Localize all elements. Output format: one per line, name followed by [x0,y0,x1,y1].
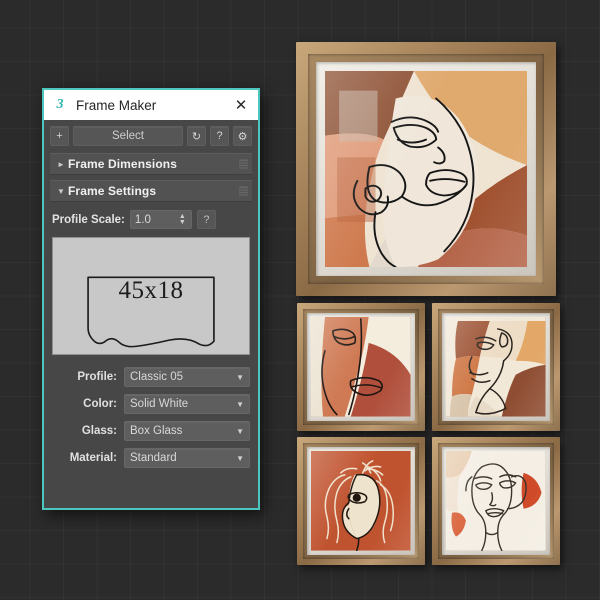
field-profile: Profile: Classic 05 ▼ [52,367,250,387]
field-glass: Glass: Box Glass ▼ [52,421,250,441]
field-color: Color: Solid White ▼ [52,394,250,414]
viewport-canvas: 3 Frame Maker ✕ + Select ↻ ? ⚙ ► Frame D… [0,0,600,600]
field-label: Color: [52,398,124,410]
glass-select[interactable]: Box Glass ▼ [124,421,250,441]
frame-molding-inner [303,309,420,426]
frame-mat [442,447,551,556]
profile-select-value: Classic 05 [130,371,234,383]
3dsmax-icon: 3 [52,97,68,114]
frame-molding [297,303,425,431]
profile-scale-help-button[interactable]: ? [197,210,216,229]
refresh-icon[interactable]: ↻ [187,126,206,146]
artwork-line-art-face-terracotta [311,317,411,417]
frame-molding-inner [438,443,555,560]
frame-molding [432,303,560,431]
artwork-line-art-two-faces [446,451,546,551]
field-material: Material: Standard ▼ [52,448,250,468]
framed-artwork-mid-right[interactable] [432,303,560,431]
grip-icon[interactable] [239,186,248,196]
artwork-line-art-profile-abstract [446,317,546,417]
rollout-label: Frame Settings [68,184,239,198]
select-button[interactable]: Select [73,126,183,146]
profile-select[interactable]: Classic 05 ▼ [124,367,250,387]
chevron-down-icon: ▼ [234,373,244,382]
rollout-label: Frame Dimensions [68,157,239,171]
artwork-line-art-portrait [325,71,527,267]
profile-preview-caption: 45x18 [53,277,249,305]
help-icon[interactable]: ? [210,126,229,146]
rollout-frame-dimensions[interactable]: ► Frame Dimensions [50,153,252,175]
close-icon[interactable]: ✕ [230,94,252,116]
field-label: Profile: [52,371,124,383]
framed-artwork-bottom-left[interactable] [297,437,425,565]
profile-scale-stepper[interactable]: 1.0 ▲ ▼ [130,210,192,229]
grip-icon[interactable] [239,159,248,169]
frame-mat [307,447,416,556]
frame-mat [442,313,551,422]
material-select-value: Standard [130,452,234,464]
chevron-down-icon: ▼ [54,187,68,196]
field-label: Material: [52,452,124,464]
framed-artwork-mid-left[interactable] [297,303,425,431]
chevron-down-icon: ▼ [234,400,244,409]
frame-molding [297,437,425,565]
frame-mat [307,313,416,422]
panel-titlebar[interactable]: 3 Frame Maker ✕ [44,90,258,120]
spinner-arrows-icon[interactable]: ▲ ▼ [178,214,187,226]
field-label: Glass: [52,425,124,437]
panel-toolbar: + Select ↻ ? ⚙ [50,126,252,146]
profile-scale-label: Profile Scale: [52,214,125,226]
profile-scale-value: 1.0 [135,214,178,226]
rollout-frame-settings[interactable]: ▼ Frame Settings [50,180,252,202]
frame-molding-inner [438,309,555,426]
frame-molding-inner [303,443,420,560]
frame-maker-panel[interactable]: 3 Frame Maker ✕ + Select ↻ ? ⚙ ► Frame D… [42,88,260,510]
profile-scale-row: Profile Scale: 1.0 ▲ ▼ ? [50,207,252,237]
frame-molding [432,437,560,565]
frame-molding-inner [308,54,545,285]
chevron-right-icon: ► [54,160,68,169]
artwork-line-art-profile-red [311,451,411,551]
chevron-down-icon: ▼ [234,427,244,436]
spinner-down-icon[interactable]: ▼ [179,220,186,226]
framed-artwork-bottom-right[interactable] [432,437,560,565]
panel-body: + Select ↻ ? ⚙ ► Frame Dimensions ▼ Fram… [44,120,258,508]
material-select[interactable]: Standard ▼ [124,448,250,468]
color-select-value: Solid White [130,398,234,410]
framed-artwork-large[interactable] [296,42,556,296]
color-select[interactable]: Solid White ▼ [124,394,250,414]
profile-preview[interactable]: 45x18 [52,237,250,355]
chevron-down-icon: ▼ [234,454,244,463]
frame-molding [296,42,556,296]
add-button[interactable]: + [50,126,69,146]
glass-select-value: Box Glass [130,425,234,437]
frame-mat [316,62,537,277]
gear-icon[interactable]: ⚙ [233,126,252,146]
panel-title: Frame Maker [76,98,230,113]
